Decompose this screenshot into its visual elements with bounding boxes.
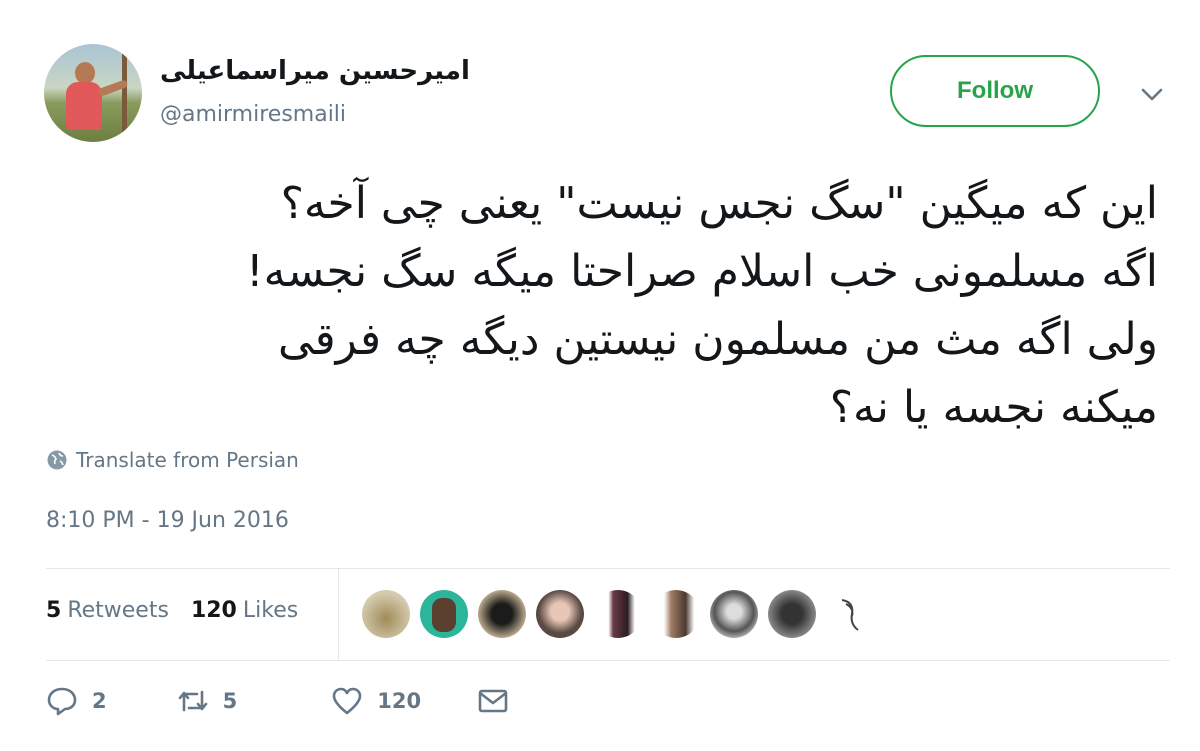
like-button[interactable]: 120 — [331, 686, 421, 716]
retweet-button[interactable]: 5 — [177, 686, 238, 716]
liker-avatar[interactable] — [536, 590, 584, 638]
divider — [46, 568, 1170, 569]
liker-avatar[interactable] — [710, 590, 758, 638]
liker-avatar[interactable] — [826, 590, 874, 638]
divider — [338, 568, 339, 660]
retweets-count: 5 — [46, 598, 62, 623]
tweet-timestamp[interactable]: 8:10 PM - 19 Jun 2016 — [46, 508, 289, 533]
follow-button[interactable]: Follow — [890, 55, 1100, 127]
tweet-card: امیرحسین میراسماعیلی @amirmiresmaili Fol… — [0, 0, 1200, 751]
liker-avatar[interactable] — [420, 590, 468, 638]
retweet-count: 5 — [222, 689, 238, 713]
tweet-line: این که میگین "سگ نجس نیست" یعنی چی آخه؟ — [280, 178, 1158, 229]
avatar-body — [66, 82, 102, 130]
reply-count: 2 — [92, 689, 107, 713]
tweet-line: میکنه نجسه یا نه؟ — [829, 382, 1158, 433]
envelope-icon — [478, 689, 508, 713]
avatar-pole — [122, 54, 127, 134]
likes-count: 120 — [190, 598, 237, 623]
liker-avatar-sketch — [841, 599, 859, 631]
globe-icon — [47, 450, 67, 470]
translate-label: Translate from Persian — [76, 448, 299, 472]
liker-avatar[interactable] — [594, 590, 642, 638]
tweet-line: اگه مسلمونی خب اسلام صراحتا میگه سگ نجسه… — [246, 246, 1158, 297]
chevron-down-icon[interactable] — [1138, 82, 1166, 106]
like-count: 120 — [377, 689, 422, 713]
avatar-head — [75, 62, 95, 84]
tweet-actions: 2 5 120 — [46, 686, 509, 716]
likes-stat[interactable]: 120 Likes — [191, 598, 298, 623]
reply-button[interactable]: 2 — [46, 686, 107, 716]
liker-avatar[interactable] — [478, 590, 526, 638]
liker-avatar[interactable] — [768, 590, 816, 638]
likes-label: Likes — [242, 598, 299, 623]
heart-icon — [332, 687, 362, 715]
retweets-label: Retweets — [67, 598, 169, 623]
liker-avatar[interactable] — [362, 590, 410, 638]
author-avatar[interactable] — [44, 44, 142, 142]
author-username[interactable]: @amirmiresmaili — [160, 102, 346, 127]
liker-avatar[interactable] — [652, 590, 700, 638]
author-display-name[interactable]: امیرحسین میراسماعیلی — [160, 56, 470, 86]
retweets-stat[interactable]: 5 Retweets — [46, 598, 169, 623]
reply-icon — [47, 687, 77, 716]
tweet-line: ولی اگه مث من مسلمون نیستین دیگه چه فرقی — [277, 314, 1158, 365]
divider — [46, 660, 1170, 661]
tweet-stats: 5 Retweets 120 Likes — [46, 598, 298, 623]
retweet-icon — [178, 690, 207, 712]
liked-by-avatars — [362, 590, 874, 638]
translate-link[interactable]: Translate from Persian — [46, 448, 299, 472]
direct-message-button[interactable] — [477, 686, 509, 716]
tweet-text: این که میگین "سگ نجس نیست" یعنی چی آخه؟ … — [38, 170, 1158, 442]
